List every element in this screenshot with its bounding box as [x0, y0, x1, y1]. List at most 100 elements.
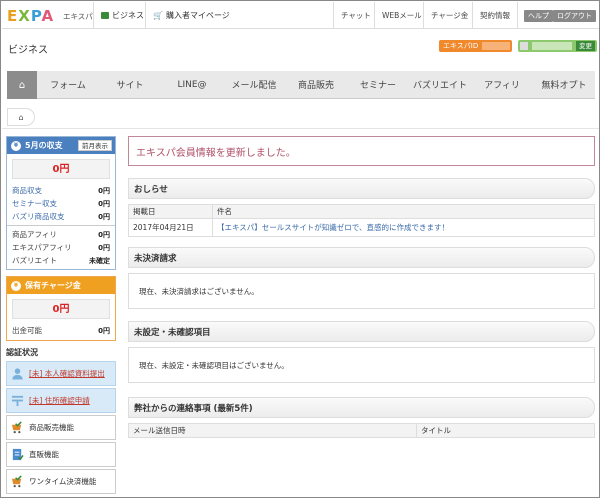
sidebar: ¥ 5月の収支 前月表示 0円 商品収支 0円 セミナー収支 0円 バズリ商品収支 0…	[6, 136, 116, 496]
row-label: バズリエイト	[12, 256, 57, 265]
yen-icon: ¥	[11, 140, 21, 151]
news-section: おしらせ 掲載日 件名 2017年04月21日 【エキスパ】セールスサイトが知識…	[128, 178, 595, 237]
row-value: 0円	[98, 326, 110, 335]
charge-card: ¥ 保有チャージ金 0円 出金可能 0円	[6, 276, 116, 341]
link-contract[interactable]: 契約情報	[472, 2, 518, 29]
auth-item-label: 商品販売機能	[29, 423, 74, 432]
help-button[interactable]: ヘルプ	[524, 10, 553, 22]
auth-item-onetime-payment[interactable]: ワンタイム決済機能	[6, 469, 116, 494]
auth-item-label: [未] 本人確認資料提出	[29, 369, 105, 378]
nav-mypage-label: 購入者マイページ	[165, 11, 230, 20]
news-date: 2017年04月21日	[128, 218, 213, 237]
row-label: エキスパアフィリ	[12, 243, 72, 252]
row-value: 0円	[98, 199, 110, 208]
link-webmail[interactable]: WEBメール	[374, 2, 429, 29]
tab-buzzreate[interactable]: バズリエイト	[409, 71, 471, 98]
news-table: 掲載日 件名 2017年04月21日 【エキスパ】セールスサイトが知識ゼロで、直…	[128, 204, 595, 237]
auth-item-label: ワンタイム決済機能	[29, 477, 97, 486]
expa-logo[interactable]: EXPA	[7, 7, 54, 25]
unset-message: 現在、未設定・未確認項目はございません。	[128, 347, 595, 383]
auth-item-label: 直販機能	[29, 450, 59, 459]
auth-item-address[interactable]: [未] 住所確認申請	[6, 388, 116, 413]
business-icon	[101, 12, 109, 19]
main-content: エキスパ会員情報を更新しました。 おしらせ 掲載日 件名 2017年04月21日…	[128, 136, 595, 448]
row-value: 未確定	[89, 256, 110, 265]
tab-form[interactable]: フォーム	[37, 71, 99, 98]
tab-product[interactable]: 商品販売	[285, 71, 347, 98]
prev-month-button[interactable]: 前月表示	[78, 140, 112, 151]
expa-id-label: エキスパID	[443, 42, 479, 50]
revenue-title: 5月の収支	[25, 141, 63, 150]
link-chat[interactable]: チャット	[333, 2, 378, 29]
breadcrumb-home[interactable]: ⌂	[7, 108, 35, 126]
contact-table: メール送信日時 タイトル	[128, 423, 595, 438]
user-box: 変更	[518, 40, 597, 52]
home-tab[interactable]: ⌂	[7, 71, 37, 99]
tab-seminar[interactable]: セミナー	[347, 71, 409, 98]
row-label[interactable]: 商品収支	[12, 185, 42, 196]
list-item: 商品収支 0円	[7, 184, 115, 197]
home-icon: ⌂	[18, 79, 26, 91]
nav-buyer-mypage[interactable]: 🛒 購入者マイページ	[145, 2, 237, 29]
tab-affiliate[interactable]: アフィリ	[471, 71, 533, 98]
unpaid-section: 未決済請求 現在、未決済請求はございません。	[128, 247, 595, 309]
avatar	[520, 42, 528, 50]
column-header-name: 件名	[212, 204, 595, 219]
row-value: 0円	[98, 212, 110, 221]
home-icon: ⌂	[18, 112, 24, 122]
column-header-mail-date: メール送信日時	[128, 423, 417, 438]
unpaid-title: 未決済請求	[128, 247, 595, 268]
list-item: 商品アフィリ 0円	[7, 228, 115, 241]
link-charge[interactable]: チャージ金	[423, 2, 475, 29]
sub-header: ビジネス エキスパID 変更	[2, 29, 599, 65]
logout-button[interactable]: ログアウト	[553, 10, 596, 22]
list-item: セミナー収支 0円	[7, 197, 115, 210]
unpaid-message: 現在、未決済請求はございません。	[128, 273, 595, 309]
logo-letter-x: X	[18, 7, 31, 25]
row-label[interactable]: バズリ商品収支	[12, 211, 65, 222]
page-title: ビジネス	[8, 45, 48, 56]
row-label: 出金可能	[12, 326, 42, 335]
contact-section: 弊社からの連絡事項 (最新5件) メール送信日時 タイトル	[128, 397, 595, 438]
tab-free-opt[interactable]: 無料オプト	[533, 71, 595, 98]
logo-letter-p: P	[30, 7, 42, 25]
row-value: 0円	[98, 243, 110, 252]
logo-letter-e: E	[7, 7, 19, 25]
charge-card-header: ¥ 保有チャージ金	[7, 277, 115, 294]
auth-item-identity[interactable]: [未] 本人確認資料提出	[6, 361, 116, 386]
auth-status-title: 認証状況	[6, 348, 38, 357]
tab-mail[interactable]: メール配信	[223, 71, 285, 98]
charge-title: 保有チャージ金	[25, 281, 81, 290]
app-window: EXPA エキスパ ビジネス 🛒 購入者マイページ チャット WEBメール チャ…	[0, 0, 600, 498]
row-label: 商品アフィリ	[12, 230, 57, 239]
nav-business[interactable]: ビジネス	[93, 2, 151, 29]
tab-line[interactable]: LINE@	[161, 71, 223, 98]
logo-letter-a: A	[41, 7, 55, 25]
postal-icon	[11, 395, 24, 407]
expa-id-value	[482, 42, 510, 50]
row-value: 0円	[98, 230, 110, 239]
logo-subtitle: エキスパ	[63, 12, 93, 21]
revenue-card: ¥ 5月の収支 前月表示 0円 商品収支 0円 セミナー収支 0円 バズリ商品収支 0…	[6, 136, 116, 270]
news-link[interactable]: 【エキスパ】セールスサイトが知識ゼロで、直感的に作成できます！	[212, 218, 595, 237]
table-header-row: 掲載日 件名	[128, 204, 595, 219]
cart-check-icon	[11, 421, 22, 434]
table-header-row: メール送信日時 タイトル	[128, 423, 595, 438]
auth-item-direct-sales[interactable]: 直販機能	[6, 442, 116, 467]
person-icon	[12, 368, 23, 380]
divider	[2, 128, 599, 129]
yen-icon: ¥	[11, 280, 21, 291]
row-label[interactable]: セミナー収支	[12, 198, 57, 209]
tab-site[interactable]: サイト	[99, 71, 161, 98]
revenue-total: 0円	[12, 159, 110, 179]
list-item: バズリ商品収支 0円	[7, 210, 115, 223]
unset-section: 未設定・未確認項目 現在、未設定・未確認項目はございません。	[128, 321, 595, 383]
expa-id-badge: エキスパID	[439, 40, 512, 52]
change-button[interactable]: 変更	[576, 41, 595, 51]
list-item: バズリエイト 未確定	[7, 254, 115, 267]
column-header-date: 掲載日	[128, 204, 213, 219]
row-value: 0円	[98, 186, 110, 195]
main-nav: ⌂ フォーム サイト LINE@ メール配信 商品販売 セミナー バズリエイト …	[7, 71, 595, 99]
auth-item-product-sales[interactable]: 商品販売機能	[6, 415, 116, 440]
list-item: 出金可能 0円	[7, 324, 115, 337]
